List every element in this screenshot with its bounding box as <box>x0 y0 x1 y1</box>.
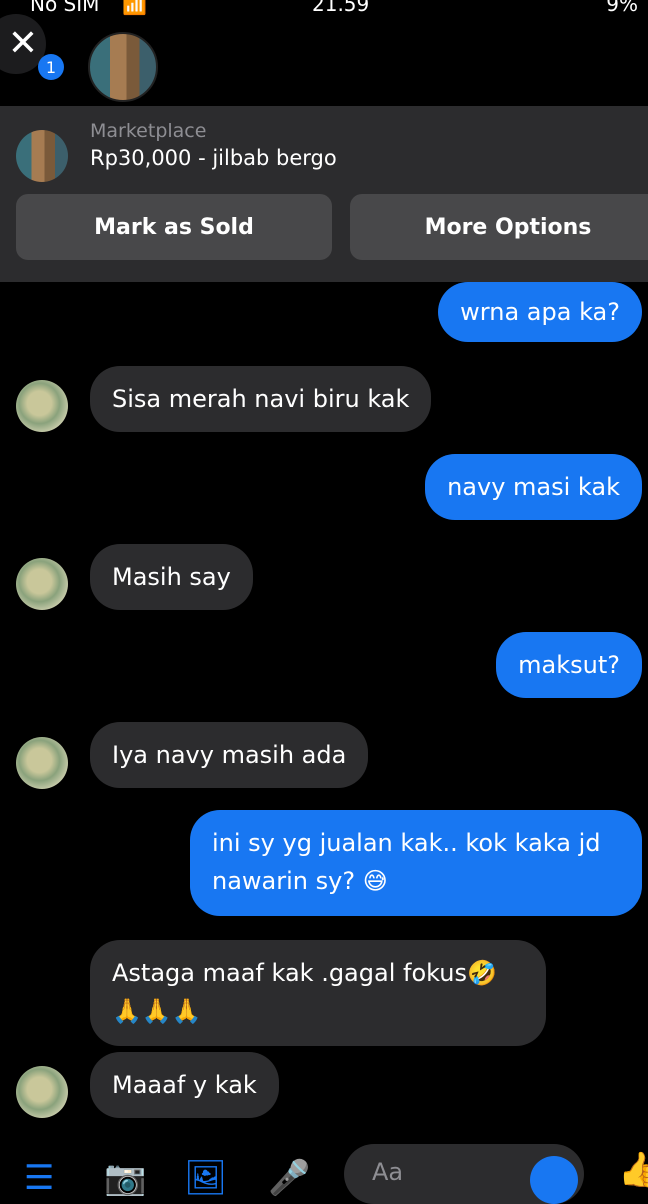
message-line: 🙏🙏🙏 <box>112 997 202 1025</box>
message-line: nawarin sy? 😅 <box>212 867 388 895</box>
message-bubble-outgoing[interactable]: navy masi kak <box>425 454 642 520</box>
contact-avatar[interactable] <box>88 32 158 102</box>
listing-thumbnail[interactable] <box>16 130 68 182</box>
mark-as-sold-button[interactable]: Mark as Sold <box>16 194 332 260</box>
clock: 21.59 <box>312 0 370 16</box>
message-bubble-outgoing[interactable]: maksut? <box>496 632 642 698</box>
image-icon[interactable]: 🖼 <box>184 1158 227 1198</box>
sender-avatar[interactable] <box>16 737 68 789</box>
message-line: ini sy yg jualan kak.. kok kaka jd <box>212 829 601 857</box>
sender-avatar[interactable] <box>16 380 68 432</box>
message-bubble-incoming[interactable]: Sisa merah navi biru kak <box>90 366 432 432</box>
message-line: Astaga maaf kak .gagal fokus🤣 <box>112 959 497 987</box>
camera-icon[interactable]: 📷 <box>104 1158 146 1198</box>
sender-avatar[interactable] <box>16 558 68 610</box>
message-bubble-incoming[interactable]: Iya navy masih ada <box>90 722 369 788</box>
battery-label: 9% <box>606 0 638 16</box>
close-icon: ✕ <box>7 23 39 64</box>
status-bar: No SIM 📶 21.59 9% <box>0 0 648 18</box>
marketplace-listing-panel: Marketplace Rp30,000 - jilbab bergo Mark… <box>0 106 648 282</box>
listing-source: Marketplace <box>90 120 207 142</box>
microphone-icon[interactable]: 🎤 <box>268 1158 310 1198</box>
listing-title[interactable]: Rp30,000 - jilbab bergo <box>90 146 337 170</box>
message-input-placeholder: Aa <box>372 1158 404 1186</box>
thumbs-up-icon[interactable]: 👍 <box>618 1150 648 1190</box>
more-options-button[interactable]: More Options <box>350 194 648 260</box>
menu-icon[interactable]: ☰ <box>24 1158 54 1198</box>
emoji-icon[interactable] <box>530 1156 578 1204</box>
message-bubble-incoming[interactable]: Maaaf y kak <box>90 1052 279 1118</box>
message-bubble-incoming[interactable]: Masih say <box>90 544 253 610</box>
message-bubble-outgoing[interactable]: wrna apa ka? <box>438 282 642 342</box>
wifi-icon: 📶 <box>122 0 147 16</box>
message-bubble-outgoing[interactable]: ini sy yg jualan kak.. kok kaka jd nawar… <box>190 810 642 916</box>
message-bubble-incoming[interactable]: Astaga maaf kak .gagal fokus🤣 🙏🙏🙏 <box>90 940 546 1046</box>
unread-badge: 1 <box>38 54 64 80</box>
carrier-label: No SIM <box>30 0 100 16</box>
sender-avatar[interactable] <box>16 1066 68 1118</box>
